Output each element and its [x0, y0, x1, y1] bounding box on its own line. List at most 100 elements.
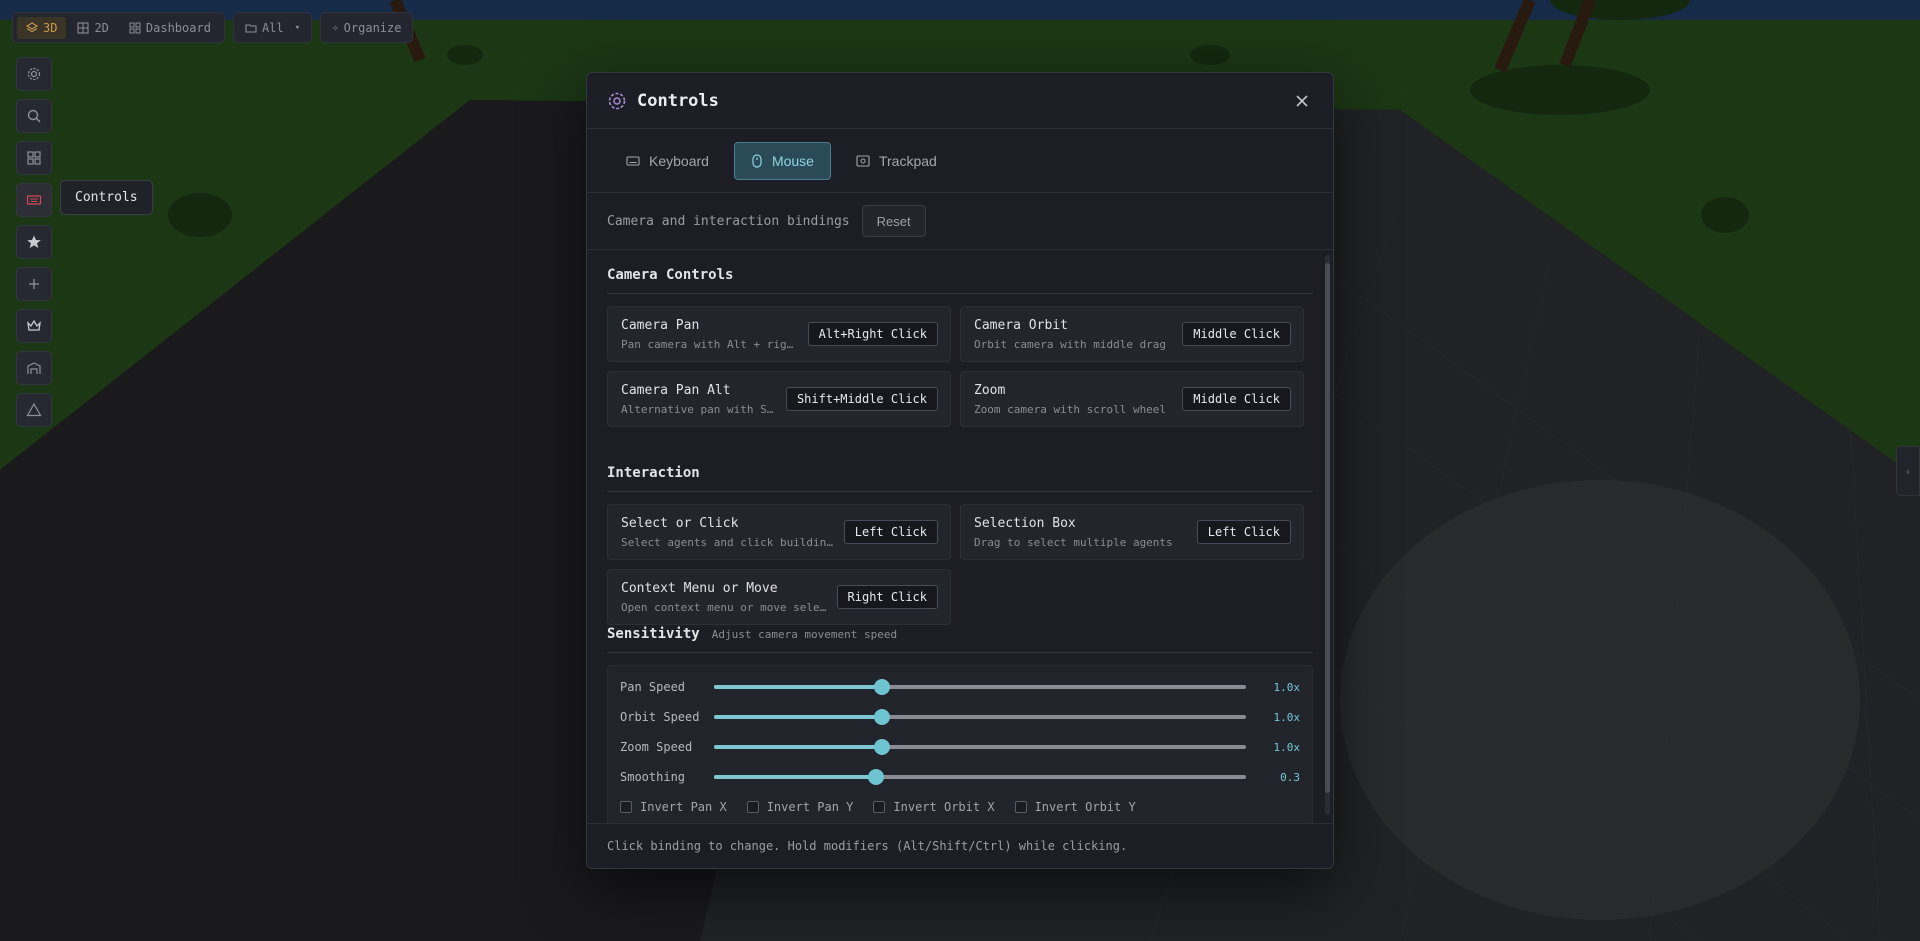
invert-pan-x-checkbox[interactable]: Invert Pan X [620, 800, 727, 814]
tab-keyboard[interactable]: Keyboard [609, 142, 726, 180]
gear-icon [608, 92, 626, 109]
binding-card-selection-box: Selection Box Drag to select multiple age… [960, 504, 1304, 560]
binding-name: Camera Pan Alt [621, 382, 731, 398]
binding-desc: Orbit camera with middle drag [974, 337, 1167, 351]
sidebar-tooltip: Controls [60, 180, 153, 215]
binding-card-select: Select or Click Select agents and click b… [607, 504, 951, 560]
slider-label: Smoothing [620, 770, 686, 784]
crown-icon [27, 319, 41, 331]
modal-header: Controls [587, 73, 1333, 129]
tab-trackpad-label: Trackpad [878, 152, 937, 169]
sidebar-item-settings[interactable] [16, 57, 52, 91]
binding-button[interactable]: Shift+Middle Click [785, 387, 938, 411]
smoothing-slider[interactable] [714, 769, 1246, 785]
invert-pan-y-checkbox[interactable]: Invert Pan Y [746, 800, 854, 814]
slider-thumb[interactable] [874, 709, 891, 725]
gear-icon [27, 67, 41, 81]
binding-desc: Zoom camera with scroll wheel [974, 402, 1167, 416]
sparkle-icon: ✧ [332, 21, 339, 34]
interaction-bindings-grid: Select or Click Select agents and click b… [607, 504, 1313, 625]
sidebar-item-controls[interactable] [16, 183, 52, 217]
tab-mouse[interactable]: Mouse [733, 141, 831, 180]
sidebar-item-search[interactable] [16, 99, 52, 133]
checkbox-box[interactable] [1014, 801, 1027, 813]
binding-card-camera-orbit: Camera Orbit Orbit camera with middle dra… [960, 306, 1304, 362]
sidebar-item-crown[interactable] [16, 309, 52, 343]
checkbox-box[interactable] [620, 801, 632, 813]
binding-name: Select or Click [621, 515, 739, 531]
slider-thumb[interactable] [868, 769, 885, 785]
sidebar-item-warning[interactable] [16, 393, 52, 427]
view-2d-button[interactable]: 2D [68, 17, 117, 39]
chevron-down-icon: ▾ [294, 22, 301, 33]
slider-fill [714, 775, 877, 779]
invert-checkboxes: Invert Pan X Invert Pan Y Invert Orbit X… [620, 800, 1300, 814]
triangle-icon [26, 402, 42, 417]
reset-button[interactable]: Reset [861, 205, 926, 237]
filter-dropdown[interactable]: All ▾ [232, 12, 313, 43]
pan-speed-slider[interactable] [714, 679, 1246, 695]
right-panel-handle[interactable]: ‹ [1896, 446, 1920, 496]
slider-value: 1.0x [1273, 680, 1301, 694]
slider-label: Orbit Speed [620, 710, 700, 724]
slider-thumb[interactable] [874, 679, 891, 695]
slider-label: Pan Speed [620, 680, 686, 694]
sidebar-item-buildings[interactable] [16, 351, 52, 385]
checkbox-box[interactable] [873, 801, 886, 813]
organize-button[interactable]: ✧ Organize [320, 12, 414, 43]
binding-name: Selection Box [974, 515, 1076, 531]
close-icon [1296, 94, 1308, 107]
grid-icon [77, 21, 90, 34]
binding-name: Camera Pan [621, 317, 700, 333]
binding-card-context-menu: Context Menu or Move Open context menu or… [607, 569, 951, 625]
tab-mouse-label: Mouse [771, 152, 814, 169]
layers-icon [26, 21, 38, 32]
modal-subtitle: Camera and interaction bindings [607, 213, 850, 229]
binding-desc: Open context menu or move selected agent… [621, 600, 829, 614]
section-title-sensitivity: Sensitivity [607, 626, 700, 642]
slider-value: 1.0x [1273, 740, 1301, 754]
slider-value: 0.3 [1280, 770, 1300, 784]
sidebar-item-favorites[interactable] [16, 225, 52, 259]
view-2d-label: 2D [94, 20, 109, 35]
orbit-speed-slider[interactable] [714, 709, 1246, 725]
binding-button[interactable]: Left Click [843, 520, 938, 544]
scrollbar-thumb[interactable] [1325, 263, 1330, 793]
binding-button[interactable]: Middle Click [1182, 322, 1291, 346]
slider-row: Orbit Speed 1.0x [620, 702, 1300, 732]
binding-button[interactable]: Left Click [1196, 520, 1291, 544]
star-icon [27, 235, 41, 248]
view-3d-label: 3D [43, 20, 58, 35]
binding-button[interactable]: Right Click [836, 585, 938, 609]
modal-subbar: Camera and interaction bindings Reset [587, 193, 1333, 250]
sidebar-item-apps[interactable] [16, 141, 52, 175]
zoom-speed-slider[interactable] [714, 739, 1246, 755]
section-title-interaction: Interaction [607, 465, 1313, 492]
view-3d-button[interactable]: 3D [17, 16, 67, 39]
input-tabs: Keyboard Mouse Trackpad [587, 129, 1333, 193]
binding-name: Context Menu or Move [621, 580, 778, 596]
grid-icon [27, 151, 41, 165]
slider-row: Zoom Speed 1.0x [620, 732, 1300, 762]
view-dashboard-label: Dashboard [145, 20, 211, 35]
invert-orbit-y-checkbox[interactable]: Invert Orbit Y [1014, 800, 1136, 814]
tab-trackpad[interactable]: Trackpad [839, 142, 954, 180]
checkbox-label: Invert Pan Y [766, 800, 854, 814]
binding-button[interactable]: Alt+Right Click [807, 322, 938, 346]
sidebar-item-add[interactable] [16, 267, 52, 301]
invert-orbit-x-checkbox[interactable]: Invert Orbit X [873, 800, 995, 814]
sensitivity-desc: Adjust camera movement speed [711, 628, 898, 641]
slider-thumb[interactable] [874, 739, 891, 755]
binding-button[interactable]: Middle Click [1182, 387, 1291, 411]
modal-scroll-content[interactable]: Camera Controls Camera Pan Pan camera wit… [587, 250, 1333, 825]
modal-scrollbar[interactable] [1325, 255, 1330, 815]
building-icon [27, 362, 41, 374]
slider-row: Smoothing 0.3 [620, 762, 1300, 792]
binding-desc: Drag to select multiple agents [974, 535, 1173, 549]
checkbox-box[interactable] [746, 801, 759, 813]
modal-title: Controls [637, 90, 719, 111]
close-button[interactable] [1291, 90, 1313, 112]
view-dashboard-button[interactable]: Dashboard [120, 17, 220, 39]
view-switcher: 3D 2D Dashboard [12, 12, 225, 43]
section-title-camera: Camera Controls [607, 267, 1313, 294]
